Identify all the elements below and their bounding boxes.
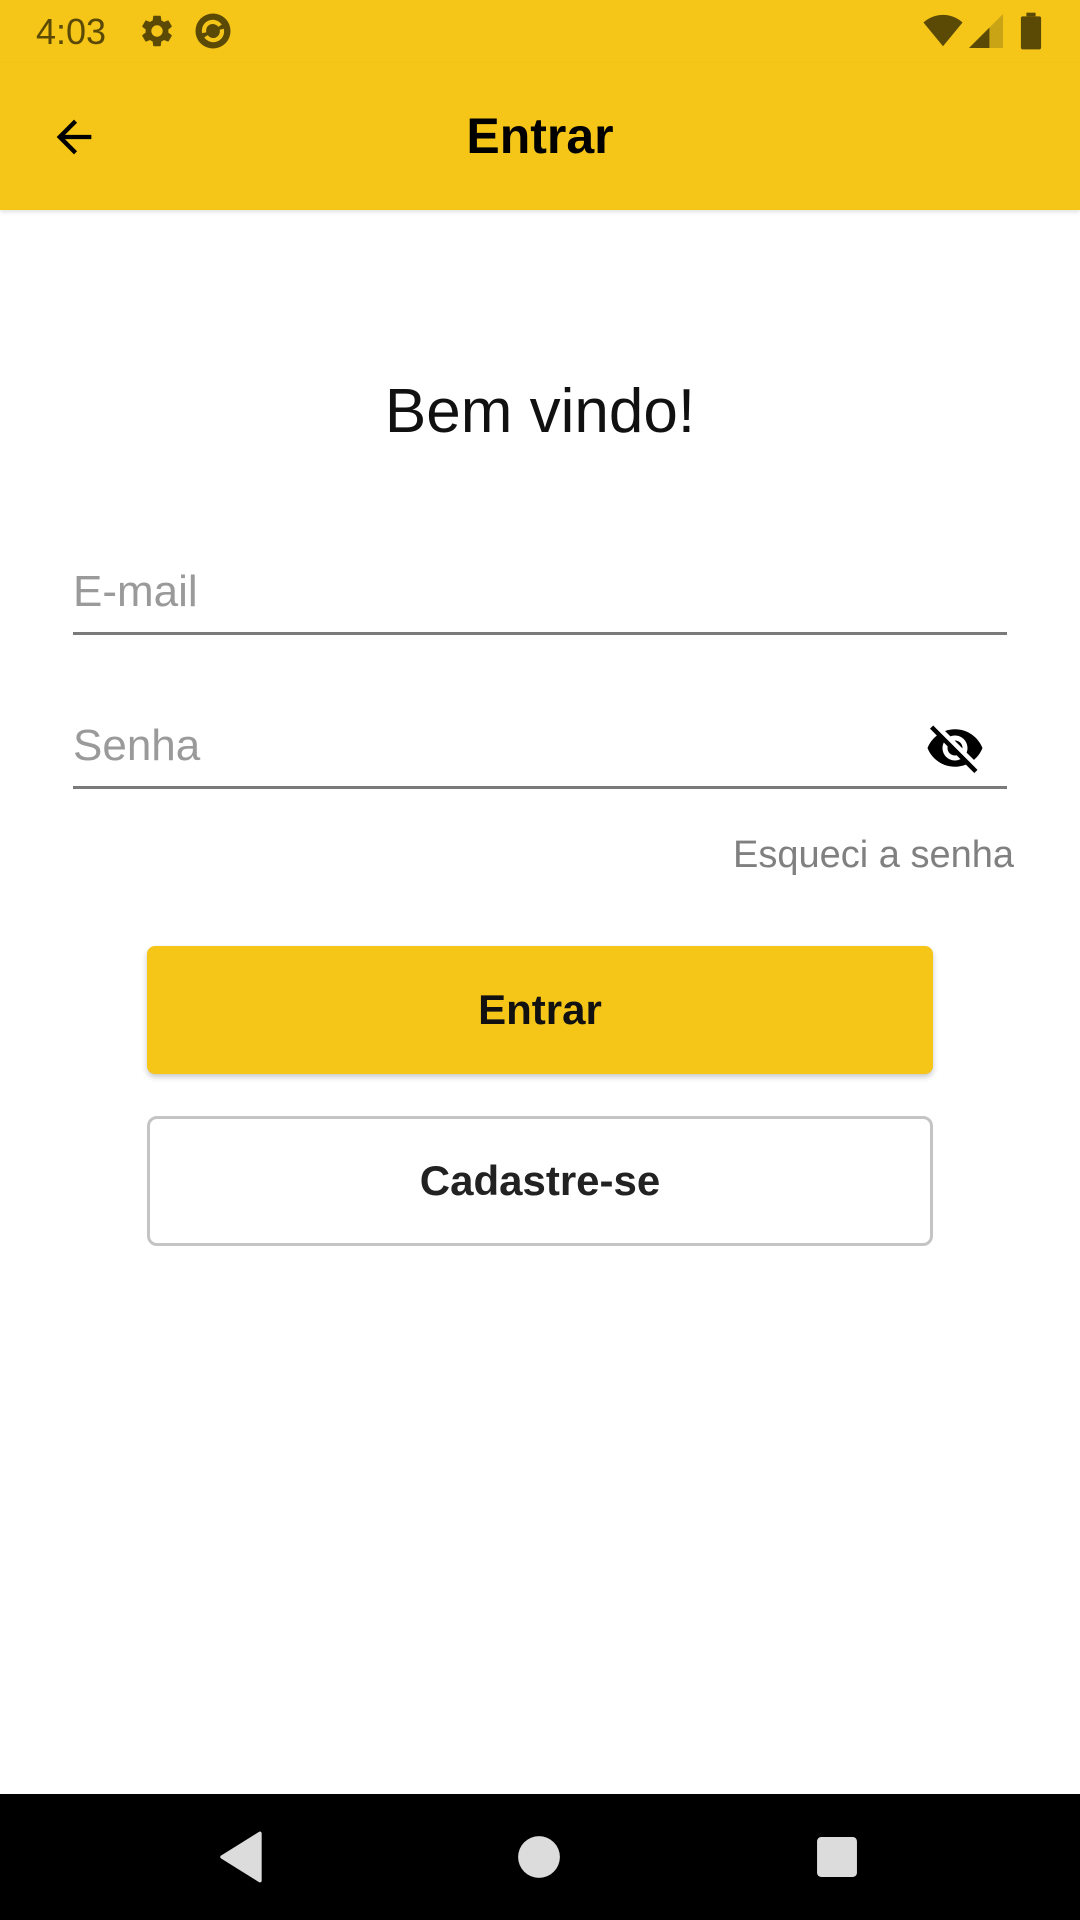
nav-recents-button[interactable] — [804, 1824, 870, 1890]
toggle-password-visibility-button[interactable] — [923, 716, 987, 780]
nav-home-icon — [518, 1836, 560, 1878]
settings-icon — [138, 12, 176, 55]
back-button[interactable] — [36, 99, 112, 175]
arrow-back-icon — [56, 119, 92, 155]
system-nav-bar — [0, 1794, 1080, 1920]
email-field[interactable] — [73, 552, 1007, 632]
page-title: Entrar — [466, 108, 614, 164]
nav-back-icon — [220, 1831, 262, 1883]
battery-icon — [1020, 12, 1042, 55]
signup-button[interactable]: Cadastre-se — [147, 1116, 933, 1246]
welcome-heading: Bem vindo! — [384, 377, 696, 446]
login-button[interactable]: Entrar — [147, 946, 933, 1074]
nav-home-button[interactable] — [506, 1824, 572, 1890]
email-field-container — [73, 552, 1007, 635]
status-bar: 4:03 — [0, 0, 1080, 63]
wifi-icon — [922, 14, 964, 53]
password-field[interactable] — [73, 706, 903, 786]
nav-back-button[interactable] — [208, 1824, 274, 1890]
status-time: 4:03 — [36, 11, 107, 52]
sync-app-icon — [192, 10, 234, 57]
password-field-container — [73, 706, 1007, 789]
app-bar: Entrar — [0, 63, 1080, 210]
signal-icon — [968, 14, 1004, 53]
eye-off-icon — [927, 725, 983, 773]
nav-recents-icon — [817, 1837, 857, 1877]
forgot-password-link[interactable]: Esqueci a senha — [733, 830, 1014, 880]
